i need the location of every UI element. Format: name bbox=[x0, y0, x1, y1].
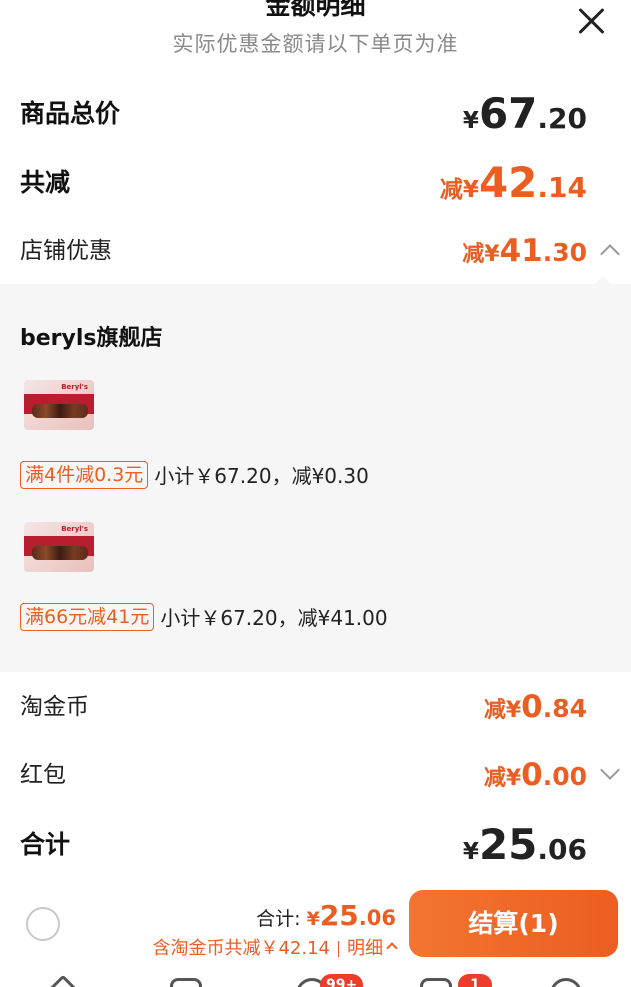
checkout-button[interactable]: 结算(1) bbox=[409, 890, 618, 957]
total-reduce-value: 减¥42.14 bbox=[439, 158, 587, 207]
product-thumbnail[interactable]: Beryl's bbox=[24, 522, 94, 572]
tab-home[interactable] bbox=[44, 974, 86, 987]
red-packet-value: 减¥0.00 bbox=[483, 757, 587, 793]
tab-profile[interactable] bbox=[550, 974, 590, 987]
detail-toggle[interactable]: 明细 bbox=[347, 938, 383, 959]
promo-subtotal: 小计￥67.20，减¥0.30 bbox=[154, 464, 369, 488]
profile-icon bbox=[550, 978, 582, 987]
chevron-up-icon[interactable] bbox=[600, 244, 620, 264]
total-reduce-label: 共减 bbox=[20, 168, 71, 197]
bottom-sum-label: 合计: bbox=[256, 908, 301, 930]
total-goods-label: 商品总价 bbox=[20, 99, 121, 128]
taobao-coins-value: 减¥0.84 bbox=[483, 689, 587, 725]
promo-tag: 满66元减41元 bbox=[20, 602, 155, 631]
shop-discount-label: 店铺优惠 bbox=[20, 238, 112, 264]
select-all-radio-icon[interactable] bbox=[26, 907, 60, 941]
row-total-goods: 商品总价 ¥67.20 bbox=[20, 92, 587, 136]
sheet-subtitle: 实际优惠金额请以下单页为准 bbox=[172, 32, 459, 56]
promo-row: 满4件减0.3元 小计￥67.20，减¥0.30 bbox=[20, 460, 369, 489]
sheet-title: 金额明细 bbox=[265, 0, 366, 20]
chevron-up-icon bbox=[386, 942, 398, 954]
chevron-down-icon[interactable] bbox=[600, 760, 620, 780]
row-sum: 合计 ¥25.06 bbox=[20, 823, 587, 867]
sum-label: 合计 bbox=[20, 830, 71, 859]
row-red-packet[interactable]: 红包 减¥0.00 bbox=[20, 753, 620, 797]
row-shop-discount[interactable]: 店铺优惠 减¥41.30 bbox=[20, 229, 620, 273]
product-brand: Beryl's bbox=[61, 525, 88, 533]
bottom-sum-value: ¥25.06 bbox=[306, 899, 396, 932]
bottom-reduce-text: 含淘金币共减￥42.14 bbox=[152, 938, 330, 959]
checkout-bar: 合计: ¥25.06 含淘金币共减￥42.14 明细 结算(1) 99+ 1 bbox=[0, 882, 631, 987]
promo-subtotal: 小计￥67.20，减¥41.00 bbox=[160, 606, 388, 630]
amount-detail-sheet: 金额明细 实际优惠金额请以下单页为准 商品总价 ¥67.20 共减 减¥42.1… bbox=[0, 0, 631, 987]
product-brand: Beryl's bbox=[61, 383, 88, 391]
video-icon bbox=[170, 978, 202, 987]
total-goods-value: ¥67.20 bbox=[462, 89, 587, 138]
bottom-tabbar: 99+ 1 bbox=[0, 974, 631, 987]
row-taobao-coins: 淘金币 减¥0.84 bbox=[20, 685, 587, 729]
tab-cart[interactable] bbox=[420, 974, 460, 987]
promo-tag: 满4件减0.3元 bbox=[20, 460, 149, 489]
shop-name: beryls旗舰店 bbox=[20, 326, 163, 351]
messages-badge: 99+ bbox=[320, 974, 364, 987]
product-thumbnail[interactable]: Beryl's bbox=[24, 380, 94, 430]
close-icon[interactable] bbox=[576, 5, 608, 37]
taobao-coins-label: 淘金币 bbox=[20, 694, 89, 720]
home-icon bbox=[44, 974, 82, 987]
red-packet-label: 红包 bbox=[20, 762, 66, 788]
tab-video[interactable] bbox=[170, 974, 210, 987]
cart-icon bbox=[420, 978, 452, 987]
shop-discount-value: 减¥41.30 bbox=[462, 233, 587, 269]
sum-value: ¥25.06 bbox=[462, 820, 587, 869]
promo-row: 满66元减41元 小计￥67.20，减¥41.00 bbox=[20, 602, 388, 631]
sheet-header: 金额明细 实际优惠金额请以下单页为准 bbox=[0, 0, 631, 70]
shop-discount-panel: beryls旗舰店 Beryl's 满4件减0.3元 小计￥67.20，减¥0.3… bbox=[0, 284, 631, 672]
cart-badge: 1 bbox=[458, 974, 492, 987]
bottom-sum: 合计: ¥25.06 bbox=[256, 899, 396, 932]
bottom-reduce-line[interactable]: 含淘金币共减￥42.14 明细 bbox=[152, 934, 398, 960]
row-total-reduce: 共减 减¥42.14 bbox=[20, 161, 587, 205]
